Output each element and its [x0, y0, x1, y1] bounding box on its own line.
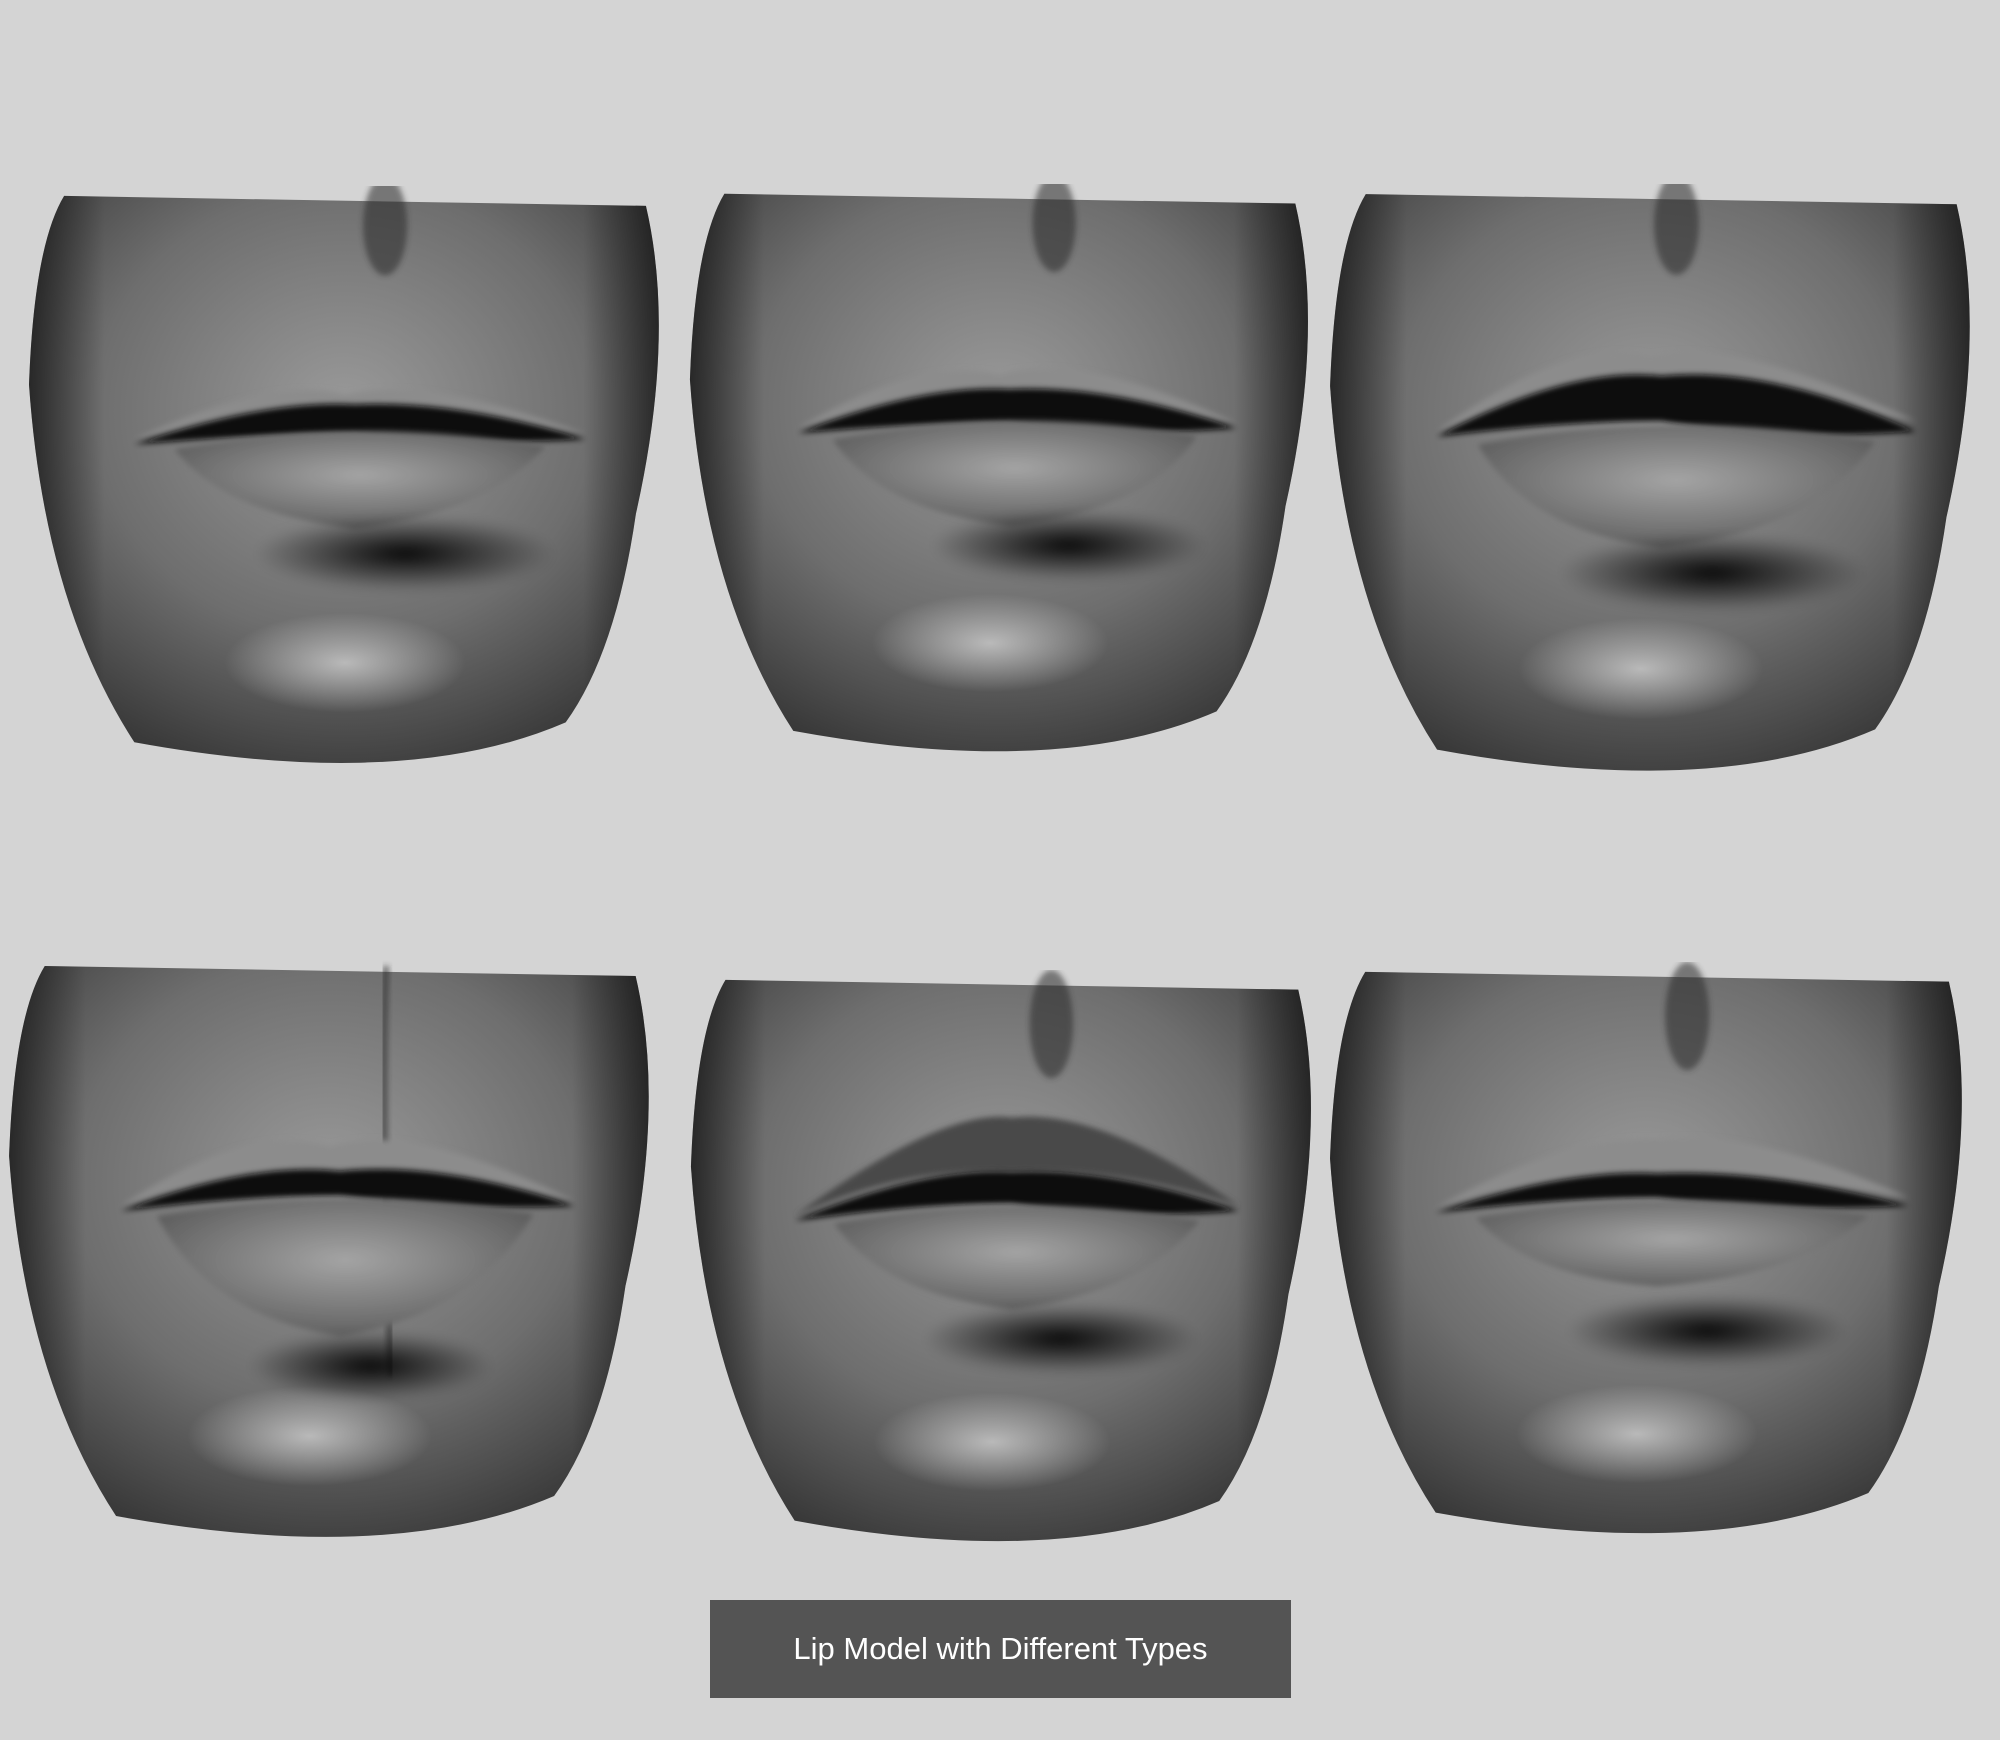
lip-models-sheet: Lip Model with Different Types — [0, 0, 2000, 1740]
lip-model-6 — [1325, 962, 1969, 1552]
lip-model-4 — [4, 956, 656, 1556]
lip-model-2 — [685, 184, 1315, 770]
lip-model-1 — [24, 186, 666, 782]
lip-model-3 — [1325, 184, 1977, 790]
caption-text: Lip Model with Different Types — [793, 1631, 1208, 1666]
lip-model-5 — [686, 970, 1318, 1560]
caption-banner: Lip Model with Different Types — [710, 1600, 1291, 1698]
